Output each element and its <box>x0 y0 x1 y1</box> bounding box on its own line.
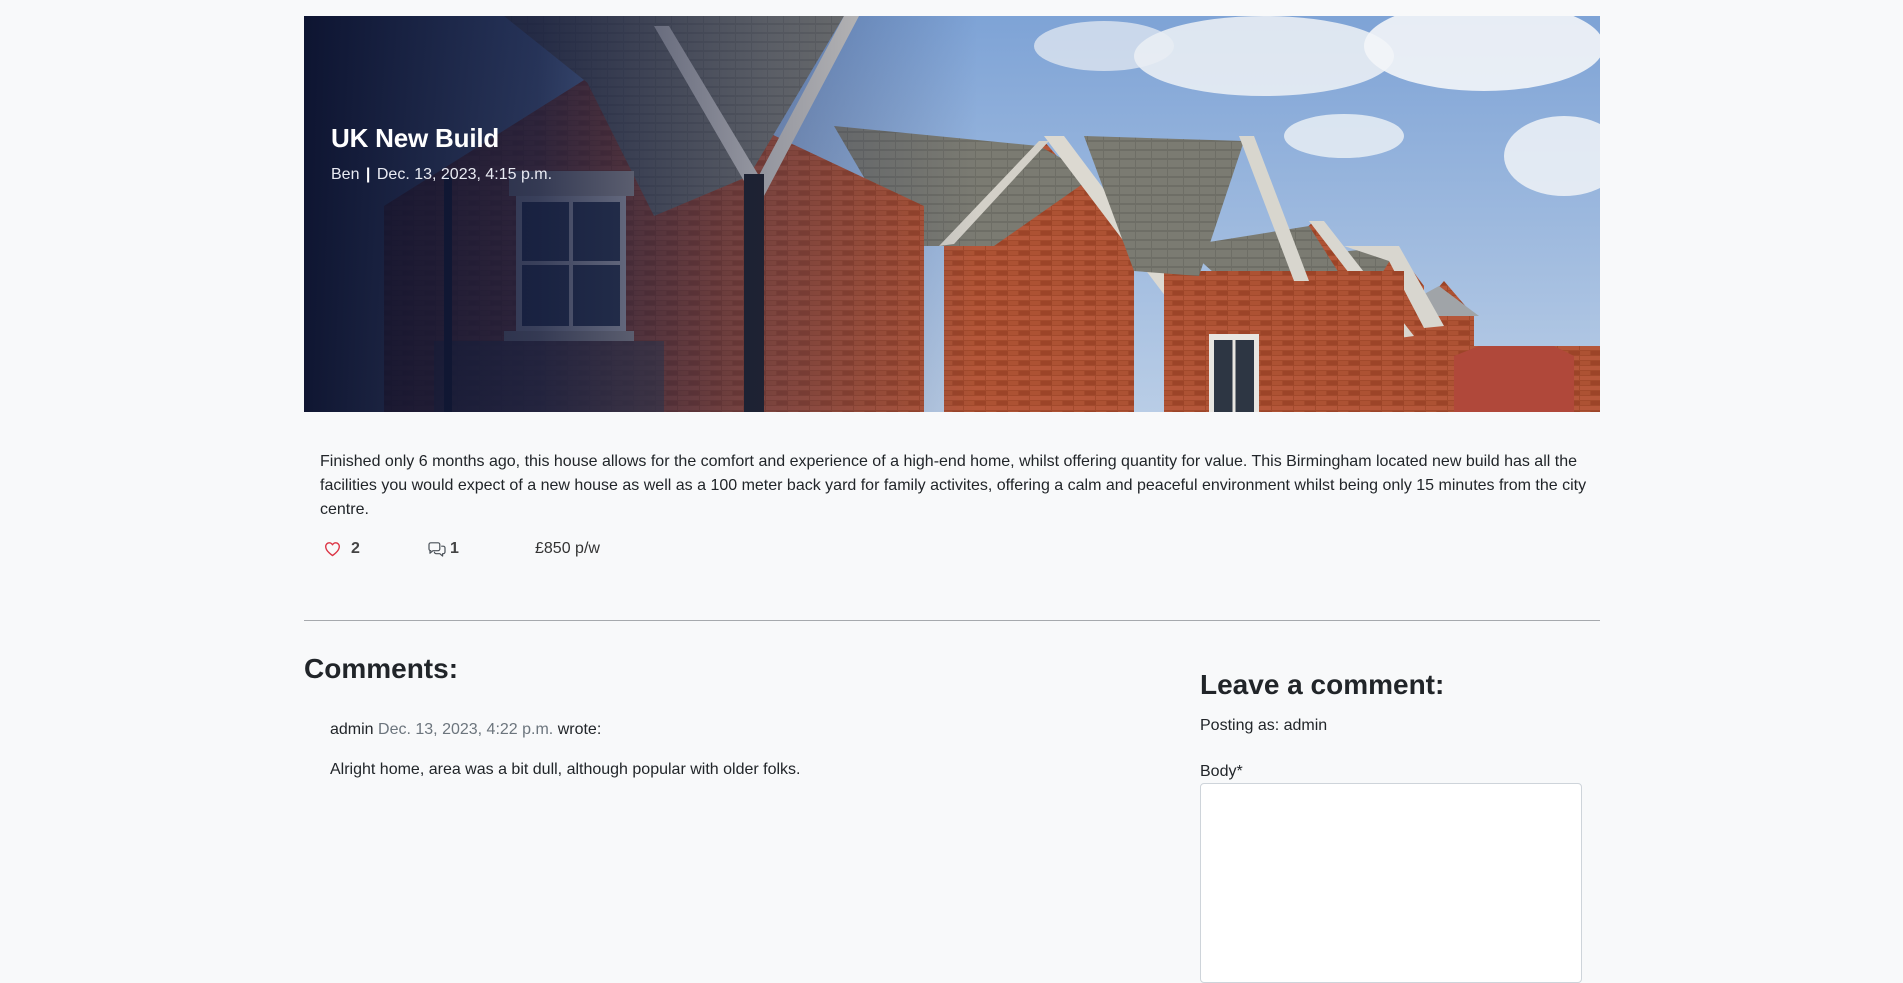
comment-count: 1 <box>450 540 459 557</box>
comment-form: Leave a comment: Posting as: admin Body* <box>1200 669 1600 983</box>
post-author: Ben <box>331 166 360 183</box>
hero-overlay <box>304 16 1600 412</box>
post-body: Finished only 6 months ago, this house a… <box>320 453 1587 518</box>
body-label: Body* <box>1200 763 1243 780</box>
post-title: UK New Build <box>331 123 500 153</box>
heart-icon[interactable] <box>324 541 341 557</box>
meta-separator: | <box>365 166 371 183</box>
post-meta: Ben | Dec. 13, 2023, 4:15 p.m. <box>331 166 552 184</box>
comments-stat: 1 <box>427 540 459 558</box>
post-date: Dec. 13, 2023, 4:15 p.m. <box>376 166 553 183</box>
comment-header: admin Dec. 13, 2023, 4:22 p.m. wrote: <box>330 721 1130 739</box>
chat-bubbles-icon <box>427 541 447 557</box>
comment-item: admin Dec. 13, 2023, 4:22 p.m. wrote: Al… <box>330 721 1130 778</box>
comment-author: admin <box>330 721 374 738</box>
comment-body-input[interactable] <box>1200 783 1582 983</box>
comments-heading: Comments: <box>304 653 459 684</box>
leave-comment-heading: Leave a comment: <box>1200 669 1445 700</box>
comment-wrote: wrote: <box>557 721 602 738</box>
likes-stat: 2 <box>324 540 360 558</box>
section-divider <box>304 620 1600 621</box>
post-hero: UK New Build Ben | Dec. 13, 2023, 4:15 p… <box>304 16 1600 412</box>
posting-as: Posting as: admin <box>1200 717 1328 734</box>
comment-date: Dec. 13, 2023, 4:22 p.m. <box>378 721 554 738</box>
likes-count: 2 <box>351 540 360 557</box>
post-container: UK New Build Ben | Dec. 13, 2023, 4:15 p… <box>304 16 1600 983</box>
price-label: £850 p/w <box>535 540 600 557</box>
comment-body: Alright home, area was a bit dull, altho… <box>330 761 801 778</box>
